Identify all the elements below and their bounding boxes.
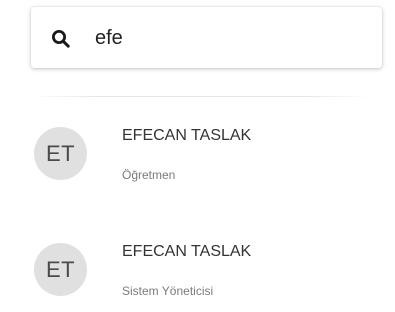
user-name: EFECAN TASLAK: [122, 243, 252, 260]
avatar: ET: [34, 127, 87, 180]
search-box[interactable]: [31, 7, 382, 68]
divider: [31, 96, 371, 97]
search-input[interactable]: [95, 20, 365, 56]
user-role: Öğretmen: [122, 168, 176, 182]
list-item[interactable]: ET EFECAN TASLAK Sistem Yöneticisi: [34, 236, 374, 306]
user-role: Sistem Yöneticisi: [122, 284, 214, 298]
user-name: EFECAN TASLAK: [122, 127, 252, 144]
search-icon[interactable]: [51, 29, 71, 49]
search-panel: ET EFECAN TASLAK Öğretmen ET EFECAN TASL…: [0, 0, 395, 312]
avatar: ET: [34, 243, 87, 296]
list-item[interactable]: ET EFECAN TASLAK Öğretmen: [34, 120, 374, 190]
